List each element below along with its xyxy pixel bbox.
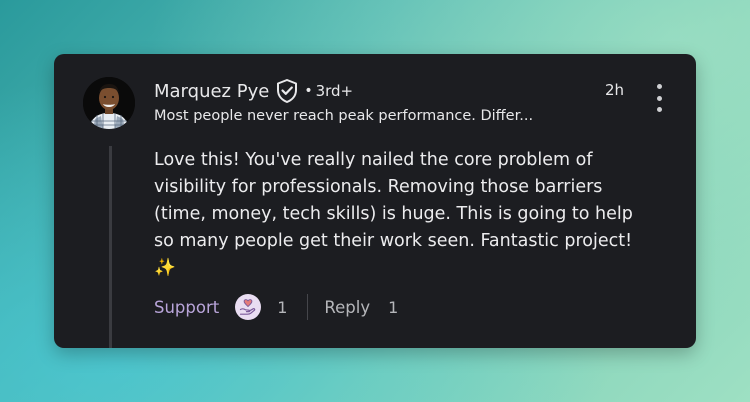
author-row: Marquez Pye • 3rd+	[154, 78, 353, 104]
connection-degree: 3rd+	[315, 82, 354, 100]
avatar[interactable]	[83, 77, 135, 129]
author-headline: Most people never reach peak performance…	[154, 108, 534, 124]
hand-heart-icon[interactable]	[235, 294, 262, 320]
comment-timestamp: 2h	[605, 81, 625, 99]
thread-line	[109, 146, 112, 348]
connection-dot: •	[304, 83, 313, 99]
action-divider	[307, 294, 309, 320]
more-options-icon[interactable]	[650, 84, 668, 112]
reaction-count[interactable]: 1	[277, 298, 287, 317]
comment-card: Marquez Pye • 3rd+ Most people never rea…	[54, 54, 696, 348]
comment-body: Love this! You've really nailed the core…	[154, 150, 633, 278]
support-button[interactable]: Support	[154, 298, 219, 317]
comment-actions: Support 1 Reply 1	[154, 292, 398, 322]
reply-count[interactable]: 1	[388, 298, 398, 317]
reply-button[interactable]: Reply	[324, 298, 370, 317]
shield-check-icon	[275, 78, 299, 104]
author-name[interactable]: Marquez Pye	[154, 81, 269, 102]
